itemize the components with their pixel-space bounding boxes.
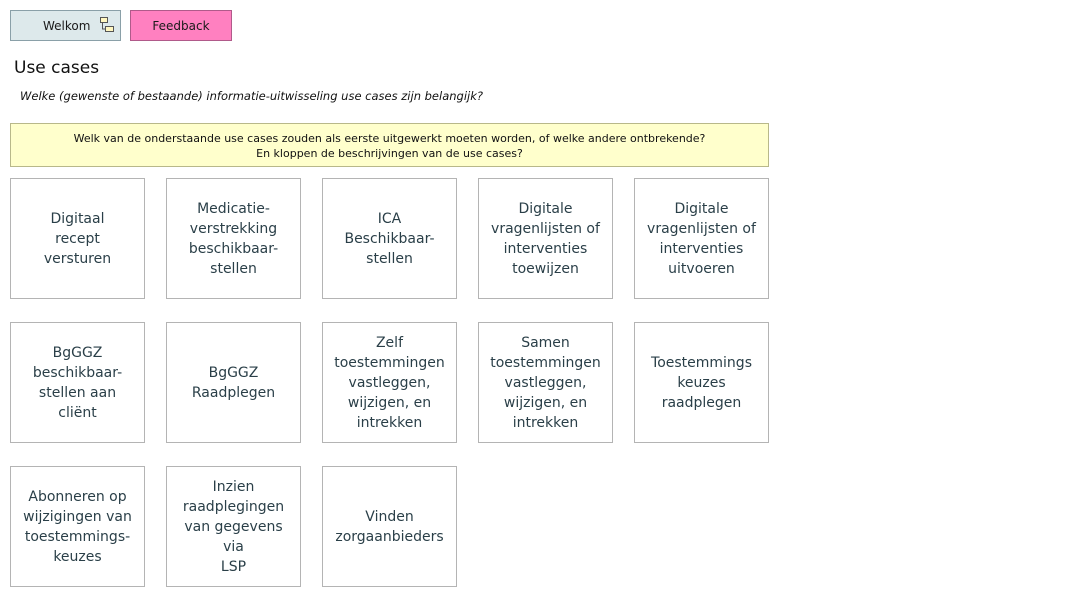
use-case-label: Vinden zorgaanbieders bbox=[335, 508, 444, 545]
use-case-card[interactable]: Abonneren op wijzigingen van toestemming… bbox=[10, 466, 145, 587]
navigation-link-icon bbox=[100, 17, 114, 32]
feedback-label: Feedback bbox=[152, 18, 210, 33]
use-case-card[interactable]: Digitale vragenlijsten of interventies t… bbox=[478, 178, 613, 299]
use-case-label: Inzien raadplegingen van gegevens via LS… bbox=[182, 478, 285, 575]
use-case-card[interactable]: ICA Beschikbaar- stellen bbox=[322, 178, 457, 299]
note-line-1: Welk van de onderstaande use cases zoude… bbox=[73, 132, 706, 145]
feedback-button[interactable]: Feedback bbox=[130, 10, 232, 41]
use-case-label: Digitaal recept versturen bbox=[43, 210, 112, 267]
use-case-card[interactable]: Digitale vragenlijsten of interventies u… bbox=[634, 178, 769, 299]
use-case-card[interactable]: Zelf toestemmingen vastleggen, wijzigen,… bbox=[322, 322, 457, 443]
use-case-label: BgGGZ beschikbaar- stellen aan cliënt bbox=[32, 344, 123, 421]
use-case-label: Digitale vragenlijsten of interventies t… bbox=[491, 200, 600, 277]
use-case-card[interactable]: Samen toestemmingen vastleggen, wijzigen… bbox=[478, 322, 613, 443]
page: Welkom Feedback Use cases Welke (gewenst… bbox=[0, 0, 1077, 597]
use-case-label: Medicatie- verstrekking beschikbaar- ste… bbox=[188, 200, 279, 277]
welkom-button[interactable]: Welkom bbox=[10, 10, 121, 41]
use-case-label: ICA Beschikbaar- stellen bbox=[344, 210, 435, 267]
use-case-card[interactable]: Digitaal recept versturen bbox=[10, 178, 145, 299]
use-case-label: BgGGZ Raadplegen bbox=[191, 364, 276, 401]
use-case-label: Abonneren op wijzigingen van toestemming… bbox=[23, 488, 132, 565]
instruction-note: Welk van de onderstaande use cases zoude… bbox=[10, 123, 769, 167]
page-title: Use cases bbox=[14, 58, 100, 78]
use-case-label: Toestemmings keuzes raadplegen bbox=[651, 354, 752, 411]
use-case-card[interactable]: BgGGZ beschikbaar- stellen aan cliënt bbox=[10, 322, 145, 443]
use-case-label: Digitale vragenlijsten of interventies u… bbox=[647, 200, 756, 277]
page-subtitle: Welke (gewenste of bestaande) informatie… bbox=[20, 89, 483, 103]
welkom-label: Welkom bbox=[43, 18, 91, 33]
use-case-card[interactable]: Inzien raadplegingen van gegevens via LS… bbox=[166, 466, 301, 587]
use-case-card[interactable]: BgGGZ Raadplegen bbox=[166, 322, 301, 443]
use-case-card[interactable]: Vinden zorgaanbieders bbox=[322, 466, 457, 587]
use-case-card[interactable]: Medicatie- verstrekking beschikbaar- ste… bbox=[166, 178, 301, 299]
note-line-2: En kloppen de beschrijvingen van de use … bbox=[256, 147, 523, 160]
use-case-grid: Digitaal recept versturen Medicatie- ver… bbox=[10, 178, 770, 587]
use-case-label: Zelf toestemmingen vastleggen, wijzigen,… bbox=[334, 334, 445, 431]
use-case-label: Samen toestemmingen vastleggen, wijzigen… bbox=[490, 334, 601, 431]
use-case-card[interactable]: Toestemmings keuzes raadplegen bbox=[634, 322, 769, 443]
